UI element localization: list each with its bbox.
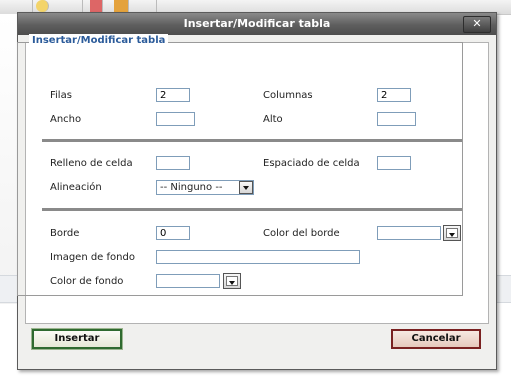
espaciado-label: Espaciado de celda xyxy=(263,158,360,169)
alineacion-label: Alineación xyxy=(50,182,102,193)
ancho-label: Ancho xyxy=(50,114,82,125)
color-borde-input[interactable] xyxy=(377,226,441,240)
relleno-label: Relleno de celda xyxy=(50,158,133,169)
color-fondo-input[interactable] xyxy=(156,274,220,288)
toolbar-icon-youtube xyxy=(90,0,103,12)
color-fondo-picker-button[interactable] xyxy=(223,273,241,289)
relleno-input[interactable] xyxy=(156,156,190,170)
toolbar-icon-chart xyxy=(114,0,129,12)
chevron-down-icon xyxy=(229,281,235,285)
borde-input[interactable] xyxy=(156,226,190,240)
espaciado-input[interactable] xyxy=(377,156,411,170)
dialog-title: Insertar/Modificar tabla xyxy=(18,13,496,35)
ancho-input[interactable] xyxy=(156,112,195,126)
alineacion-value: -- Ninguno -- xyxy=(160,182,223,193)
color-borde-label: Color del borde xyxy=(263,228,340,239)
imagen-fondo-input[interactable] xyxy=(156,250,360,264)
chevron-down-icon xyxy=(449,233,455,237)
color-fondo-label: Color de fondo xyxy=(50,276,124,287)
toolbar-icon-smiley xyxy=(36,0,49,12)
toolbar-icon-pencil xyxy=(138,0,157,12)
color-borde-picker-button[interactable] xyxy=(443,225,461,241)
columnas-label: Columnas xyxy=(263,90,313,101)
borde-label: Borde xyxy=(50,228,80,239)
separator xyxy=(42,139,462,142)
filas-input[interactable] xyxy=(156,88,190,102)
alto-input[interactable] xyxy=(377,112,416,126)
filas-label: Filas xyxy=(50,90,72,101)
alto-label: Alto xyxy=(263,114,283,125)
toolbar-icon-page xyxy=(14,0,33,12)
chevron-down-icon[interactable] xyxy=(239,181,253,194)
cancel-button[interactable]: Cancelar xyxy=(391,329,481,349)
close-icon: ✕ xyxy=(472,17,482,30)
imagen-fondo-label: Imagen de fondo xyxy=(50,252,135,263)
fieldset-legend: Insertar/Modificar tabla xyxy=(29,34,169,48)
alineacion-select[interactable]: -- Ninguno -- xyxy=(156,180,254,195)
columnas-input[interactable] xyxy=(377,88,411,102)
close-button[interactable]: ✕ xyxy=(463,16,491,33)
toolbar-icon-tools xyxy=(64,0,83,12)
insert-button[interactable]: Insertar xyxy=(31,328,123,350)
editor-side-background xyxy=(0,14,17,304)
separator xyxy=(42,208,462,211)
